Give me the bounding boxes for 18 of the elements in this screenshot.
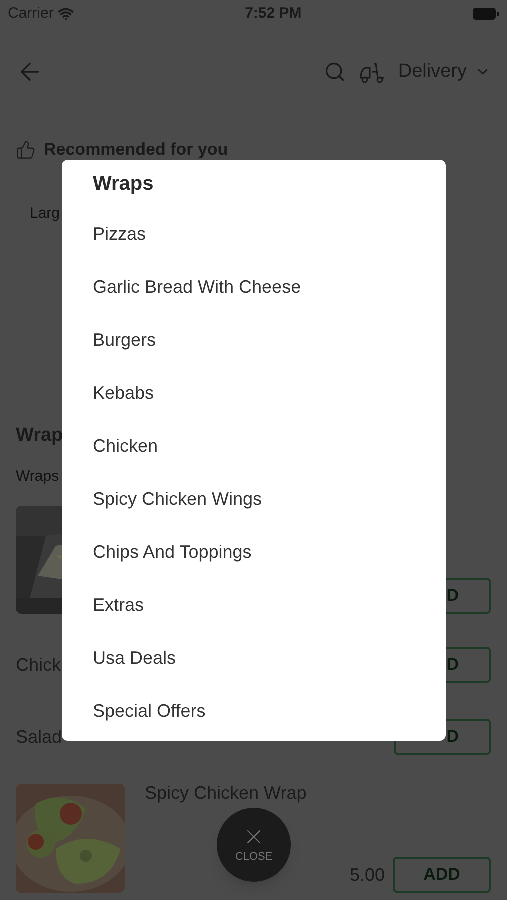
thumbs-up-icon: [16, 140, 36, 160]
battery-icon: [472, 8, 499, 20]
menu-title: Wraps: [93, 172, 154, 197]
menu-item[interactable]: Chips And Toppings: [93, 539, 252, 566]
wifi-icon: [58, 6, 74, 22]
menu-item[interactable]: Extras: [93, 592, 144, 619]
menu-item[interactable]: Kebabs: [93, 380, 154, 407]
recommended-item: Larg: [30, 205, 60, 222]
menu-item[interactable]: Pizzas: [93, 221, 146, 248]
menu-item[interactable]: Chicken: [93, 433, 158, 460]
menu-item[interactable]: Burgers: [93, 327, 156, 354]
category-subtitle: Wraps: [16, 466, 60, 487]
search-button[interactable]: [324, 61, 346, 83]
menu-item[interactable]: Garlic Bread With Cheese: [93, 274, 302, 301]
menu-item[interactable]: Special Offers: [93, 698, 206, 725]
menu-item[interactable]: Spicy Chicken Wings: [93, 486, 262, 513]
menu-item[interactable]: Usa Deals: [93, 645, 176, 672]
close-button[interactable]: CLOSE: [217, 808, 291, 882]
